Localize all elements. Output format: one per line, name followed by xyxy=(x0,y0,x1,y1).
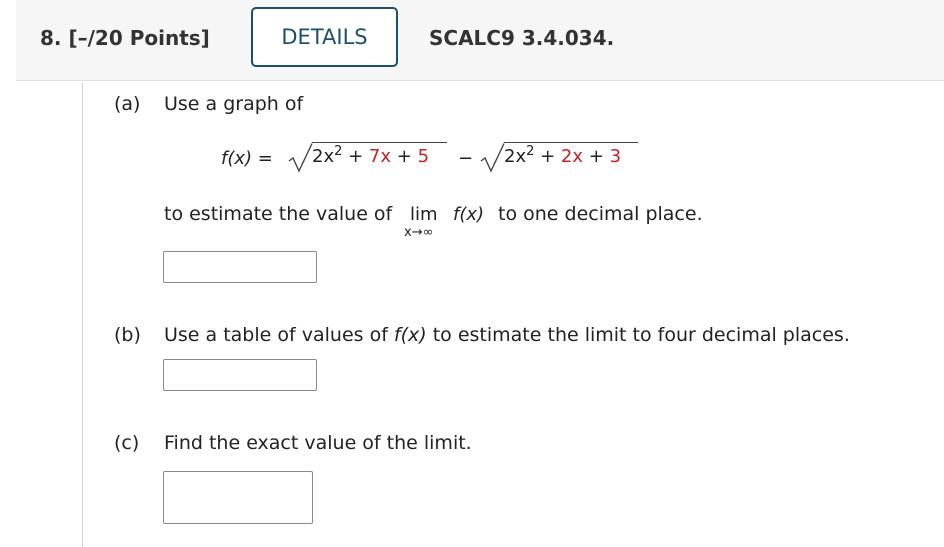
rad1-term1: 2x xyxy=(312,146,335,167)
rad2-term3: 3 xyxy=(609,146,622,167)
question-header: 8. [–/20 Points] DETAILS SCALC9 3.4.034. xyxy=(16,0,944,81)
limit-word: lim xyxy=(410,204,438,225)
part-b-text: Use a table of values of f(x) to estimat… xyxy=(164,324,850,346)
sqrt-icon xyxy=(480,143,505,173)
part-b-answer-input[interactable] xyxy=(163,359,317,391)
part-a-label: (a) xyxy=(114,93,141,115)
part-c-answer-input[interactable] xyxy=(163,471,313,524)
rad2-plus2: + xyxy=(583,146,610,167)
estimate-text-pre: to estimate the value of xyxy=(164,203,393,225)
rad2-plus1: + xyxy=(534,146,561,167)
rad2-term1: 2x xyxy=(504,146,527,167)
part-a-answer-input[interactable] xyxy=(163,251,317,283)
part-b-text-post: to estimate the limit to four decimal pl… xyxy=(426,324,850,346)
function-lhs-text: f(x) = xyxy=(221,148,273,169)
part-b-fx: f(x) xyxy=(393,324,427,346)
rad1-plus2: + xyxy=(391,146,418,167)
function-lhs: f(x) = xyxy=(221,148,273,169)
sqrt-icon xyxy=(288,143,313,173)
content-left-rule xyxy=(82,82,83,547)
part-c-label: (c) xyxy=(114,432,140,454)
limit-expression-text: f(x) xyxy=(453,204,485,225)
part-c-text: Find the exact value of the limit. xyxy=(164,432,472,454)
estimate-text-post: to one decimal place. xyxy=(498,203,703,225)
limit-subscript: x→∞ xyxy=(404,225,434,240)
rad1-plus1: + xyxy=(342,146,369,167)
radicand-2: 2x2 + 2x + 3 xyxy=(504,142,638,167)
part-a-intro: Use a graph of xyxy=(164,93,304,115)
question-points-label: 8. [–/20 Points] xyxy=(40,26,210,50)
limit-expression: f(x) xyxy=(453,204,484,225)
rad1-term3: 5 xyxy=(417,146,430,167)
rad1-term2: 7x xyxy=(368,146,392,167)
details-button[interactable]: DETAILS xyxy=(251,7,398,67)
radicand-1: 2x2 + 7x + 5 xyxy=(312,142,447,167)
rad2-term2: 2x xyxy=(560,146,584,167)
part-b-text-pre: Use a table of values of xyxy=(164,324,394,346)
problem-id: SCALC9 3.4.034. xyxy=(429,26,615,50)
part-b-label: (b) xyxy=(114,324,141,346)
minus-sign: − xyxy=(458,148,474,169)
